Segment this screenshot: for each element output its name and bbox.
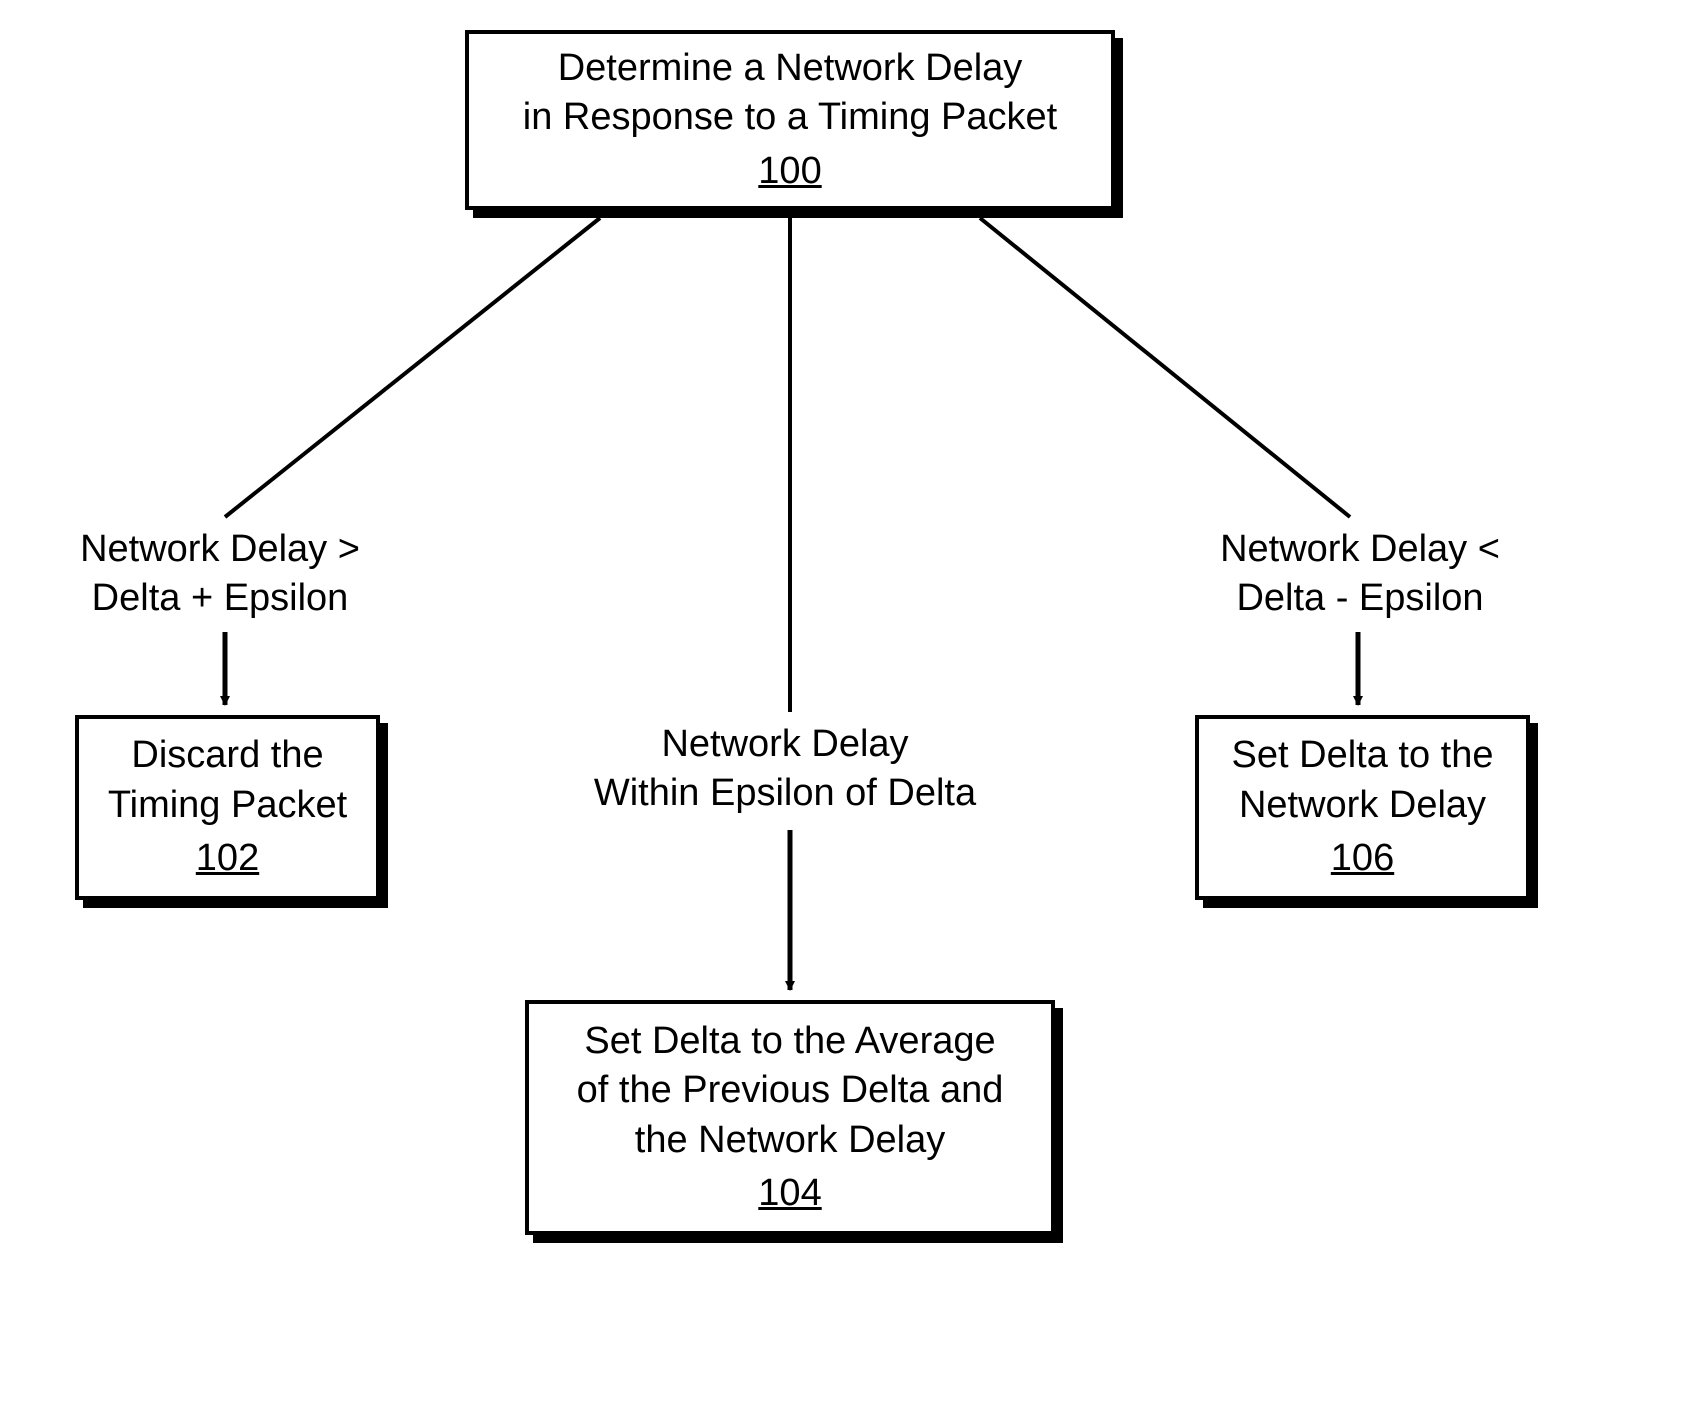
top-box-num: 100	[758, 147, 821, 196]
left-box-num: 102	[196, 834, 259, 883]
mid-label: Network Delay Within Epsilon of Delta	[565, 720, 1005, 819]
left-label-line1: Network Delay >	[50, 525, 390, 574]
mid-box-line3: the Network Delay	[635, 1116, 945, 1165]
left-box-line2: Timing Packet	[108, 781, 347, 830]
left-label-line2: Delta + Epsilon	[50, 574, 390, 623]
left-box-line1: Discard the	[131, 731, 323, 780]
top-box-line2: in Response to a Timing Packet	[523, 93, 1057, 142]
right-box: Set Delta to the Network Delay 106	[1195, 715, 1530, 900]
mid-box-num: 104	[758, 1169, 821, 1218]
top-box-line1: Determine a Network Delay	[558, 44, 1023, 93]
mid-box-line2: of the Previous Delta and	[577, 1066, 1004, 1115]
right-label: Network Delay < Delta - Epsilon	[1190, 525, 1530, 624]
mid-box: Set Delta to the Average of the Previous…	[525, 1000, 1055, 1235]
left-box: Discard the Timing Packet 102	[75, 715, 380, 900]
right-box-line2: Network Delay	[1239, 781, 1486, 830]
mid-label-line1: Network Delay	[565, 720, 1005, 769]
right-label-line2: Delta - Epsilon	[1190, 574, 1530, 623]
right-box-line1: Set Delta to the	[1232, 731, 1494, 780]
right-box-num: 106	[1331, 834, 1394, 883]
right-label-line1: Network Delay <	[1190, 525, 1530, 574]
top-box: Determine a Network Delay in Response to…	[465, 30, 1115, 210]
left-label: Network Delay > Delta + Epsilon	[50, 525, 390, 624]
mid-label-line2: Within Epsilon of Delta	[565, 769, 1005, 818]
mid-box-line1: Set Delta to the Average	[584, 1017, 995, 1066]
